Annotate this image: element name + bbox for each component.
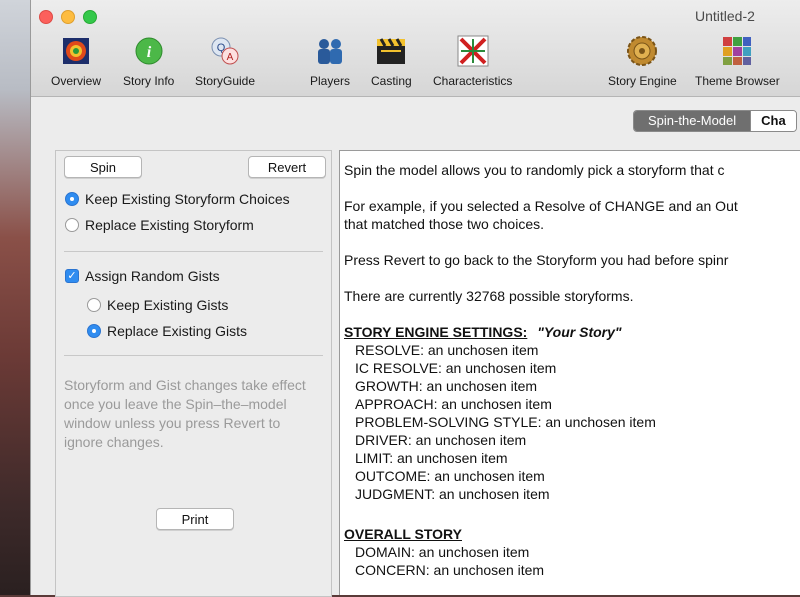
story-name: "Your Story" — [537, 324, 622, 340]
list-item: DOMAIN: an unchosen item — [355, 544, 530, 560]
keep-choices-option[interactable]: Keep Existing Storyform Choices — [65, 191, 290, 207]
report-pane[interactable]: Spin the model allows you to randomly pi… — [339, 150, 800, 595]
toolbar-players[interactable]: Players — [310, 34, 350, 88]
radio-icon — [87, 298, 101, 312]
keep-gists-option[interactable]: Keep Existing Gists — [87, 297, 228, 313]
toolbar-story-engine[interactable]: Story Engine — [608, 34, 677, 88]
list-item: JUDGMENT: an unchosen item — [355, 486, 550, 502]
paragraph: Spin the model allows you to randomly pi… — [344, 162, 725, 178]
paragraph: For example, if you selected a Resolve o… — [344, 198, 738, 214]
section-heading: STORY ENGINE SETTINGS: — [344, 324, 528, 340]
list-item: DRIVER: an unchosen item — [355, 432, 527, 448]
players-icon — [313, 34, 347, 68]
list-item: GROWTH: an unchosen item — [355, 378, 538, 394]
toolbar-storyguide[interactable]: QA StoryGuide — [195, 34, 255, 88]
paragraph: Press Revert to go back to the Storyform… — [344, 252, 729, 268]
list-item: CONCERN: an unchosen item — [355, 562, 545, 578]
radio-selected-icon — [87, 324, 101, 338]
report-text: Spin the model allows you to randomly pi… — [344, 161, 800, 579]
close-button[interactable] — [39, 10, 53, 24]
characteristics-icon — [456, 34, 490, 68]
toolbar-overview[interactable]: Overview — [51, 34, 101, 88]
zoom-button[interactable] — [83, 10, 97, 24]
toolbar-characteristics[interactable]: Characteristics — [433, 34, 512, 88]
list-item: IC RESOLVE: an unchosen item — [355, 360, 557, 376]
svg-text:i: i — [146, 44, 151, 61]
divider — [64, 251, 323, 252]
section-heading: OVERALL STORY — [344, 526, 462, 542]
toolbar-theme-browser[interactable]: Theme Browser — [695, 34, 780, 88]
spin-button[interactable]: Spin — [64, 156, 142, 178]
divider — [64, 355, 323, 356]
assign-gists-checkbox[interactable]: ✓ Assign Random Gists — [65, 268, 220, 284]
story-engine-icon — [625, 34, 659, 68]
engine-heading-row: STORY ENGINE SETTINGS: "Your Story" — [344, 323, 800, 341]
window-controls — [39, 10, 97, 24]
list-item: PROBLEM-SOLVING STYLE: an unchosen item — [355, 414, 656, 430]
list-item: APPROACH: an unchosen item — [355, 396, 552, 412]
toolbar-casting[interactable]: Casting — [371, 34, 412, 88]
help-note: Storyform and Gist changes take effect o… — [64, 377, 306, 450]
main-content: Spin-the-Model Cha Spin Revert Keep Exis… — [31, 97, 800, 597]
paragraph: There are currently 32768 possible story… — [344, 288, 634, 304]
window-title: Untitled-2 — [695, 8, 755, 24]
checkmark-icon: ✓ — [65, 269, 79, 283]
tab-spin-the-model[interactable]: Spin-the-Model — [634, 111, 751, 131]
revert-button[interactable]: Revert — [248, 156, 326, 178]
minimize-button[interactable] — [61, 10, 75, 24]
spin-options-panel: Spin Revert Keep Existing Storyform Choi… — [55, 150, 332, 597]
svg-text:A: A — [227, 52, 234, 63]
info-icon: i — [132, 34, 166, 68]
tab-characters[interactable]: Cha — [750, 111, 796, 131]
print-button[interactable]: Print — [156, 508, 234, 530]
paragraph: that matched those two choices. — [344, 216, 544, 232]
radio-icon — [65, 218, 79, 232]
overview-icon — [59, 34, 93, 68]
storyguide-icon: QA — [208, 34, 242, 68]
app-window: Untitled-2 Overview i Story Info QA Stor… — [30, 0, 800, 597]
replace-gists-option[interactable]: Replace Existing Gists — [87, 323, 247, 339]
view-segmented-control: Spin-the-Model Cha — [633, 110, 797, 132]
list-item: LIMIT: an unchosen item — [355, 450, 508, 466]
list-item: RESOLVE: an unchosen item — [355, 342, 539, 358]
title-bar: Untitled-2 Overview i Story Info QA Stor… — [31, 0, 800, 97]
casting-icon — [374, 34, 408, 68]
theme-browser-icon — [720, 34, 754, 68]
list-item: OUTCOME: an unchosen item — [355, 468, 545, 484]
toolbar-story-info[interactable]: i Story Info — [123, 34, 174, 88]
radio-selected-icon — [65, 192, 79, 206]
replace-storyform-option[interactable]: Replace Existing Storyform — [65, 217, 254, 233]
